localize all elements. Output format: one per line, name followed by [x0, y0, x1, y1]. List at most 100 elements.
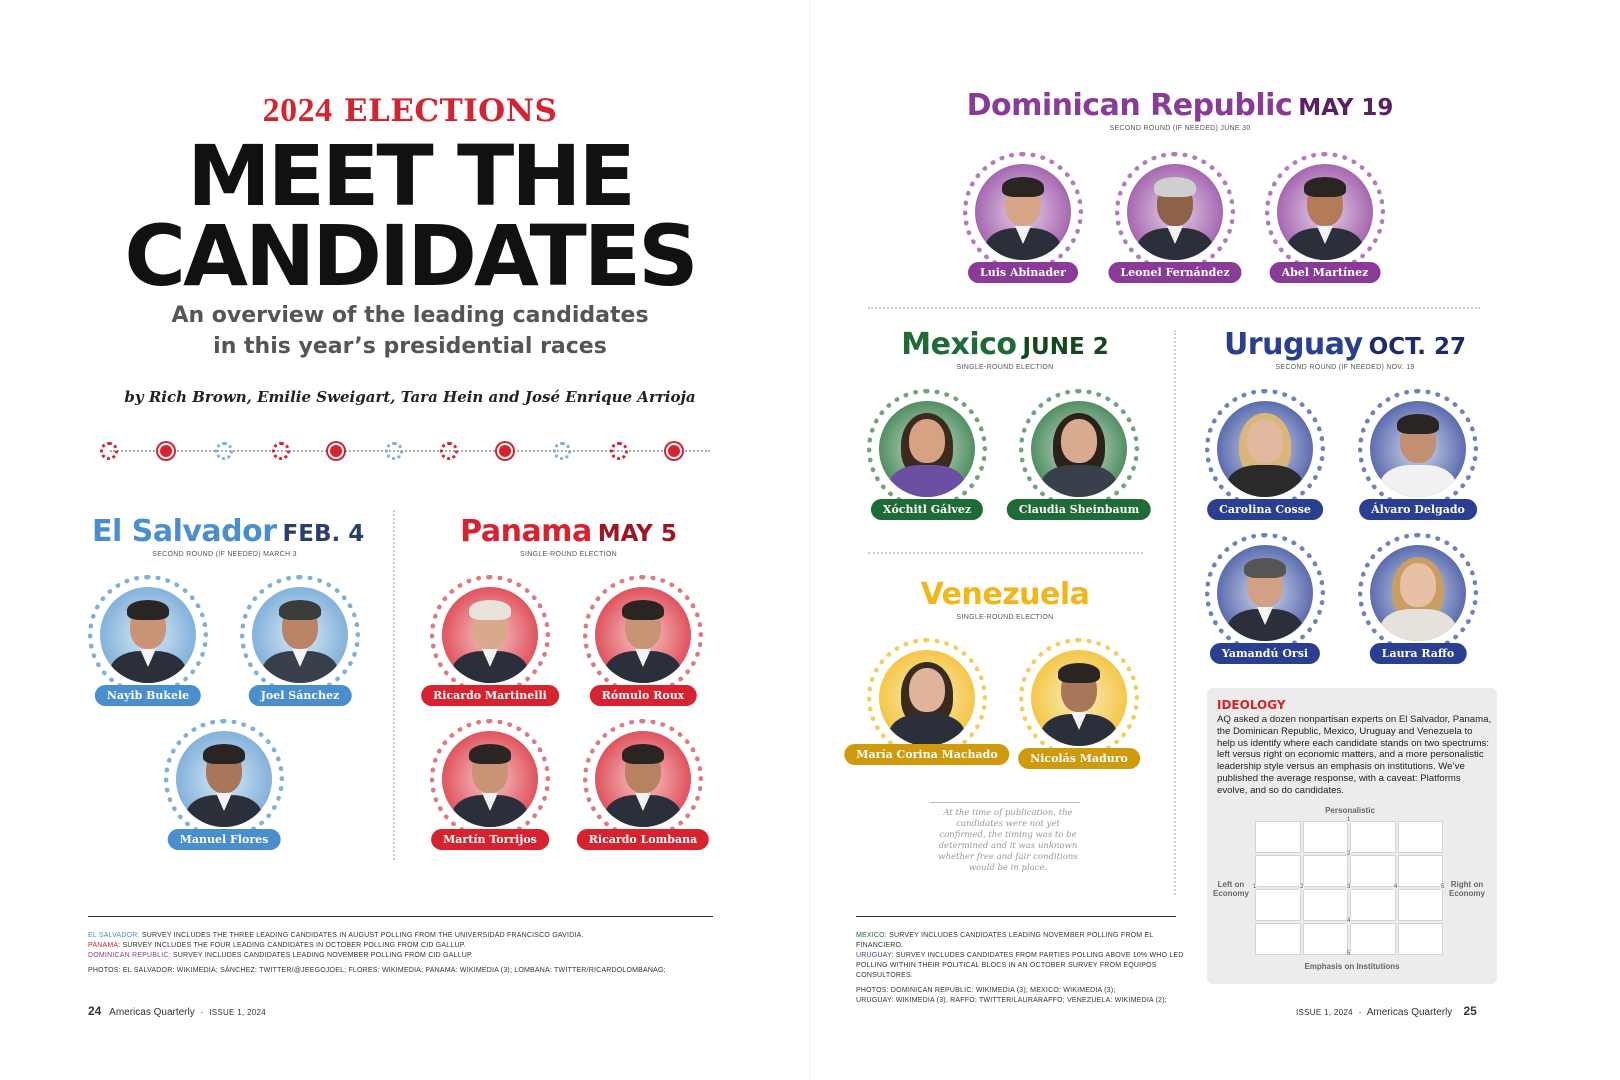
candidate-card: Martín Torrijos [425, 719, 555, 854]
grid-cell [1302, 855, 1348, 887]
election-date: MAY 19 [1298, 95, 1394, 121]
candidate-name: Martín Torrijos [431, 829, 549, 850]
footnote-el-salvador: EL SALVADOR: SURVEY INCLUDES THE THREE L… [88, 931, 728, 941]
candidate-name: Claudia Sheinbaum [1006, 499, 1152, 520]
country-header-mexico: Mexico JUNE 2 SINGLE-ROUND ELECTION [880, 327, 1130, 371]
grid-cell [1302, 821, 1348, 853]
axis-label-bottom: Emphasis on Institutions [1304, 962, 1400, 971]
dot-marker [328, 443, 344, 459]
candidate-photo [1217, 401, 1313, 497]
election-date: FEB. 4 [282, 521, 365, 547]
candidate-name: Yamandú Orsi [1209, 643, 1321, 664]
headline-line-1: MEET THE [187, 127, 636, 225]
candidate-card: Laura Raffo [1353, 533, 1483, 668]
candidate-card: Rómulo Roux [578, 575, 708, 710]
round-note: SINGLE-ROUND ELECTION [956, 364, 1054, 371]
axis-tick-horizontal: 4 [1393, 884, 1399, 890]
candidate-photo [252, 587, 348, 683]
round-note: SECOND ROUND (IF NEEDED) NOV. 19 [1275, 364, 1415, 371]
candidate-card: Abel Martínez [1260, 152, 1390, 287]
publication-name: Americas Quarterly [1366, 1007, 1453, 1018]
venezuela-note: At the time of publication, the candidat… [938, 808, 1078, 873]
candidate-photo [100, 587, 196, 683]
candidate-photo [1277, 164, 1373, 260]
candidate-card: Luis Abinader [958, 152, 1088, 287]
country-header-dominican-republic: Dominican Republic MAY 19 SECOND ROUND (I… [960, 88, 1400, 132]
candidate-card: Xóchitl Gálvez [862, 389, 992, 524]
candidate-card: Joel Sánchez [235, 575, 365, 710]
election-date: MAY 5 [597, 521, 677, 547]
issue-label: ISSUE 1, 2024 [1296, 1008, 1353, 1017]
candidate-name: Xóchitl Gálvez [870, 499, 984, 520]
decorative-dot-rule [100, 440, 720, 462]
candidate-name: Ricardo Martinelli [421, 685, 559, 706]
footnote-uruguay: URUGUAY: SURVEY INCLUDES CANDIDATES FROM… [856, 951, 1201, 981]
page-number: 24 [88, 1004, 102, 1018]
footnote-rule [856, 916, 1176, 917]
candidate-name: Nayib Bukele [94, 685, 202, 706]
footnote-label: EL SALVADOR: [88, 932, 140, 939]
candidate-name: Leonel Fernández [1108, 262, 1242, 283]
candidate-card: Leonel Fernández [1108, 152, 1242, 287]
candidate-photo [1031, 650, 1127, 746]
axis-tick-horizontal: 5 [1440, 884, 1446, 890]
candidate-name: Luis Abinader [968, 262, 1078, 283]
candidate-card: Yamandú Orsi [1200, 533, 1330, 668]
candidate-photo [975, 164, 1071, 260]
footnote-label: URUGUAY: [856, 952, 894, 959]
dot-marker [158, 443, 174, 459]
country-header-panama: Panama MAY 5 SINGLE-ROUND ELECTION [436, 514, 701, 558]
kicker-year: 2024 [262, 92, 333, 129]
axis-label-top: Personalistic [1325, 806, 1375, 815]
kicker-word: ELECTIONS [343, 93, 558, 129]
country-name: Panama [460, 514, 592, 549]
election-date: JUNE 2 [1022, 334, 1109, 360]
round-note: SINGLE-ROUND ELECTION [520, 551, 617, 558]
footnote-label: PANAMA: [88, 942, 121, 949]
candidate-name: Joel Sánchez [248, 685, 352, 706]
axis-tick-vertical: 2 [1346, 850, 1352, 857]
country-name: Venezuela [920, 577, 1090, 612]
round-note: SINGLE-ROUND ELECTION [956, 614, 1054, 621]
footnote-text: SURVEY INCLUDES CANDIDATES FROM PARTIES … [856, 952, 1184, 979]
country-header-el-salvador: El Salvador FEB. 4 SECOND ROUND (IF NEEDE… [92, 514, 364, 558]
candidate-photo [1370, 545, 1466, 641]
axis-tick-horizontal: 3 [1346, 884, 1352, 890]
ideology-text: AQ asked a dozen nonpartisan experts on … [1217, 714, 1492, 796]
grid-cell [1302, 889, 1348, 921]
axis-tick-vertical: 4 [1346, 917, 1352, 924]
grid-cell [1350, 889, 1396, 921]
footnotes-right: MEXICO: SURVEY INCLUDES CANDIDATES LEADI… [856, 931, 1201, 1006]
footnote-text: SURVEY INCLUDES CANDIDATES LEADING NOVEM… [170, 952, 474, 959]
candidate-name: Álvaro Delgado [1359, 499, 1477, 520]
page-number: 25 [1463, 1004, 1477, 1018]
country-name: Dominican Republic [966, 88, 1293, 123]
candidate-name: Ricardo Lombana [576, 829, 710, 850]
country-header-uruguay: Uruguay OCT. 27 SECOND ROUND (IF NEEDED) … [1210, 327, 1480, 371]
folio-left: 24 Americas Quarterly · ISSUE 1, 2024 [88, 1004, 267, 1018]
photo-credits-1: PHOTOS: DOMINICAN REPUBLIC: WIKIMEDIA (3… [856, 987, 1116, 994]
candidate-card: Manuel Flores [159, 719, 289, 854]
candidate-card: Carolina Cosse [1200, 389, 1330, 524]
grid-cell [1350, 923, 1396, 955]
grid-cell [1255, 855, 1301, 887]
candidate-name: Abel Martínez [1269, 262, 1381, 283]
headline: MEET THE CANDIDATES [60, 127, 760, 298]
dot-marker [100, 442, 118, 460]
candidate-card: Ricardo Lombana [576, 719, 710, 854]
country-name: El Salvador [92, 514, 277, 549]
candidate-card: Claudia Sheinbaum [1006, 389, 1152, 524]
byline: by Rich Brown, Emilie Sweigart, Tara Hei… [124, 388, 696, 406]
round-note: SECOND ROUND (IF NEEDED) JUNE 30 [1109, 125, 1251, 132]
grid-cell [1350, 855, 1396, 887]
photo-credits-2: URUGUAY: WIKIMEDIA (3), RAFFO: TWITTER/L… [856, 997, 1167, 1004]
axis-tick-horizontal: 2 [1299, 884, 1305, 890]
dot-marker [272, 442, 290, 460]
candidate-card: Nicolás Maduro [1014, 638, 1144, 773]
grid-cell [1397, 855, 1443, 887]
dot-marker [610, 442, 628, 460]
publication-name: Americas Quarterly [109, 1007, 195, 1018]
country-header-venezuela: Venezuela SINGLE-ROUND ELECTION [880, 577, 1130, 621]
candidate-card: Álvaro Delgado [1353, 389, 1483, 524]
axis-tick-horizontal: 1 [1252, 884, 1258, 890]
